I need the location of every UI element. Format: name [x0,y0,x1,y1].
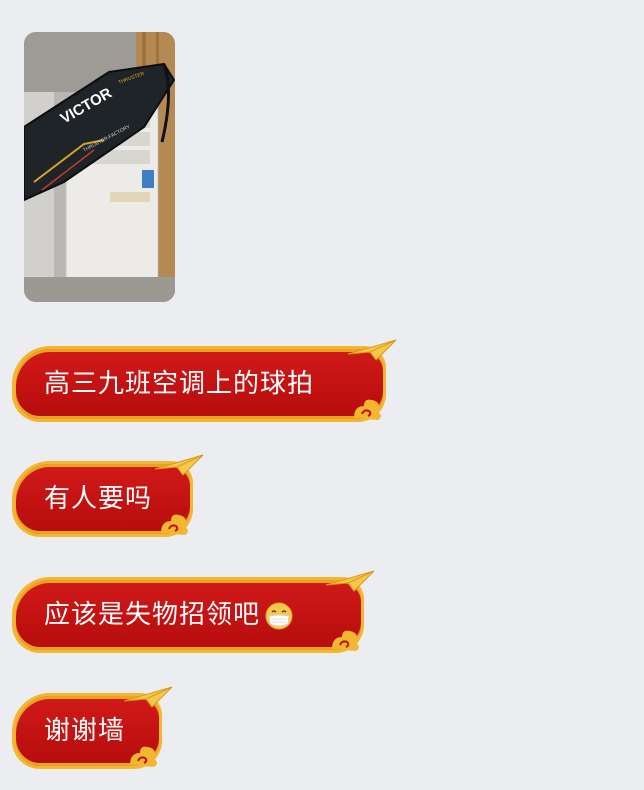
chat-bubble[interactable]: 应该是失物招领吧 [12,570,375,653]
auspicious-cloud-icon [354,399,381,420]
racket-bag-photo: VICTOR THRUSTER-FACTORY THRUSTER [24,32,175,302]
paper-plane-icon [154,454,204,476]
chat-bubble[interactable]: 有人要吗 [12,454,204,537]
message-text: 高三九班空调上的球拍 [44,369,315,399]
paper-plane-icon [123,686,173,708]
photo-message[interactable]: VICTOR THRUSTER-FACTORY THRUSTER [24,32,175,302]
paper-plane-icon [347,339,397,361]
message-text: 应该是失物招领吧 [44,577,294,653]
mask-face-emoji-icon [265,602,293,629]
paper-plane-icon [325,570,375,592]
chat-bubble[interactable]: 高三九班空调上的球拍 [12,339,397,422]
message-text: 谢谢墙 [44,716,126,746]
auspicious-cloud-icon [332,630,359,651]
chat-screen: VICTOR THRUSTER-FACTORY THRUSTER 高三九班空调上… [0,0,644,790]
auspicious-cloud-icon [130,746,157,767]
message-text-content: 应该是失物招领吧 [44,600,261,630]
chat-bubble[interactable]: 谢谢墙 [12,686,173,769]
message-text: 有人要吗 [44,484,153,514]
auspicious-cloud-icon [161,514,188,535]
